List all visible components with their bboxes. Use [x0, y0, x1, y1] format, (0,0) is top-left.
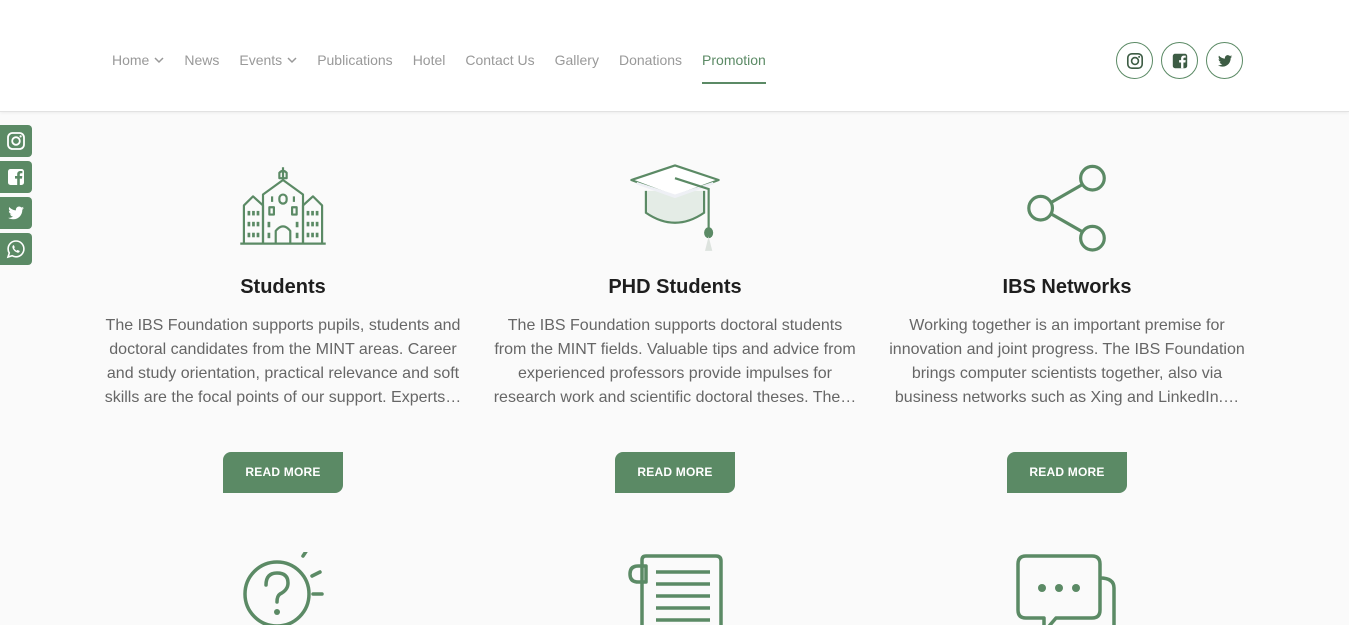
- nav-label: Publications: [317, 52, 393, 68]
- side-share-bar: [0, 125, 32, 269]
- card-description: The IBS Foundation supports pupils, stud…: [104, 317, 462, 406]
- card-students: Students The IBS Foundation supports pup…: [98, 160, 468, 493]
- read-more-button[interactable]: READ MORE: [615, 452, 735, 493]
- site-header: Home News Events Publications Hotel Cont…: [0, 0, 1349, 112]
- header-social-links: [1116, 42, 1251, 79]
- twitter-icon: [8, 206, 24, 220]
- university-building-icon: [240, 167, 326, 245]
- read-more-button[interactable]: READ MORE: [1007, 452, 1127, 493]
- nav-label: Contact Us: [465, 52, 535, 68]
- facebook-icon: [8, 169, 24, 185]
- card-ibs-networks: IBS Networks Working together is an impo…: [882, 160, 1252, 493]
- chevron-down-icon: [287, 57, 297, 64]
- facebook-link[interactable]: [1161, 42, 1198, 79]
- read-more-button[interactable]: READ MORE: [223, 452, 343, 493]
- instagram-icon: [1126, 52, 1143, 69]
- card-phd-students: PHD Students The IBS Foundation supports…: [490, 160, 860, 493]
- nav-label: Events: [239, 52, 283, 68]
- twitter-link[interactable]: [1206, 42, 1243, 79]
- nav-label: Gallery: [554, 52, 599, 68]
- graduation-cap-icon: [630, 164, 720, 251]
- card-description: The IBS Foundation supports doctoral stu…: [493, 317, 857, 406]
- nav-item-news[interactable]: News: [184, 52, 219, 68]
- whatsapp-icon: [6, 240, 25, 259]
- nav-item-contact-us[interactable]: Contact Us: [465, 52, 534, 68]
- share-twitter-button[interactable]: [0, 197, 32, 229]
- share-instagram-button[interactable]: [0, 125, 32, 157]
- nav-label: Hotel: [412, 52, 446, 68]
- facebook-icon: [1172, 53, 1187, 68]
- nav-item-publications[interactable]: Publications: [317, 52, 393, 68]
- nav-label: Promotion: [702, 52, 766, 68]
- nav-item-events[interactable]: Events: [239, 52, 297, 68]
- nav-item-home[interactable]: Home: [112, 52, 164, 68]
- card-title: Students: [240, 276, 326, 298]
- instagram-icon: [7, 132, 25, 150]
- nav-item-gallery[interactable]: Gallery: [555, 52, 599, 68]
- nav-label: Home: [112, 52, 150, 68]
- card-description: Working together is an important premise…: [889, 317, 1245, 406]
- main-nav: Home News Events Publications Hotel Cont…: [112, 48, 786, 84]
- question-idea-icon: [243, 552, 324, 625]
- chat-bubble-icon: [1016, 554, 1116, 625]
- twitter-icon: [1217, 54, 1232, 67]
- instagram-link[interactable]: [1116, 42, 1153, 79]
- document-scroll-icon: [628, 554, 723, 625]
- nav-item-promotion[interactable]: Promotion: [702, 52, 766, 84]
- card-title: PHD Students: [608, 276, 742, 298]
- share-whatsapp-button[interactable]: [0, 233, 32, 265]
- nav-item-donations[interactable]: Donations: [619, 52, 682, 68]
- share-facebook-button[interactable]: [0, 161, 32, 193]
- chevron-down-icon: [154, 57, 164, 64]
- nav-label: Donations: [618, 52, 683, 68]
- card-title: IBS Networks: [1002, 276, 1132, 298]
- share-network-icon: [1027, 164, 1106, 252]
- nav-label: News: [184, 52, 220, 68]
- nav-item-hotel[interactable]: Hotel: [413, 52, 446, 68]
